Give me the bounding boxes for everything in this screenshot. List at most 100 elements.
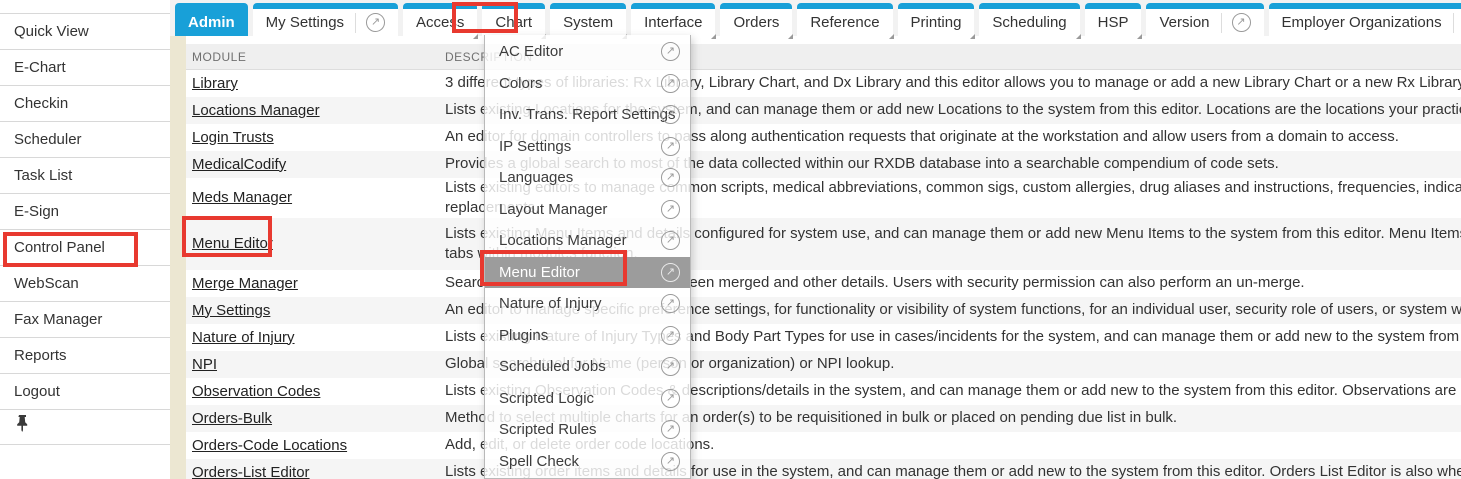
- sidebar-item-task-list[interactable]: Task List: [0, 157, 170, 193]
- dropdown-item-label: Plugins: [499, 327, 548, 344]
- dropdown-item-ac-editor[interactable]: AC Editor ↗: [485, 36, 690, 68]
- tab-chart[interactable]: Chart: [482, 3, 545, 36]
- table-row-nature-of-injury: Nature of InjuryLists existing Nature of…: [186, 324, 1461, 351]
- dropdown-item-label: Inv. Trans. Report Settings: [499, 106, 675, 123]
- external-link-icon[interactable]: ↗: [661, 42, 680, 61]
- dropdown-item-layout-manager[interactable]: Layout Manager ↗: [485, 194, 690, 226]
- tab-employer-organizations[interactable]: Employer Organizations↗: [1269, 3, 1461, 36]
- external-link-icon[interactable]: ↗: [661, 326, 680, 345]
- tab-label: Scheduling: [992, 14, 1066, 31]
- dropdown-item-colors[interactable]: Colors↗: [485, 68, 690, 100]
- external-link-icon[interactable]: ↗: [661, 105, 680, 124]
- module-cell: Menu Editor: [186, 235, 445, 253]
- tab-my-settings[interactable]: My Settings↗: [253, 3, 398, 36]
- external-link-icon[interactable]: ↗: [661, 200, 680, 219]
- tab-version[interactable]: Version ↗: [1146, 3, 1263, 36]
- sidebar-item-checkin[interactable]: Checkin: [0, 85, 170, 121]
- module-cell: Library: [186, 75, 445, 93]
- dropdown-item-menu-editor[interactable]: Menu Editor ↗: [485, 257, 690, 289]
- tab-separator: [1221, 13, 1222, 33]
- sidebar-item-webscan[interactable]: WebScan: [0, 265, 170, 301]
- submenu-fold-icon: [473, 34, 478, 39]
- tab-label: Employer Organizations: [1282, 14, 1442, 31]
- external-link-icon[interactable]: ↗: [661, 420, 680, 439]
- dropdown-item-label: Scripted Rules: [499, 421, 597, 438]
- tab-hsp[interactable]: HSP: [1085, 3, 1142, 36]
- dropdown-item-scripted-logic[interactable]: Scripted Logic↗: [485, 383, 690, 415]
- table-row-orders-bulk: Orders-BulkMethod to select multiple cha…: [186, 405, 1461, 432]
- dropdown-item-plugins[interactable]: Plugins ↗: [485, 320, 690, 352]
- module-cell: Locations Manager: [186, 102, 445, 120]
- dropdown-item-label: Locations Manager: [499, 232, 627, 249]
- module-link-login-trusts[interactable]: Login Trusts: [192, 129, 274, 146]
- tab-reference[interactable]: Reference: [797, 3, 892, 36]
- module-link-merge-manager[interactable]: Merge Manager: [192, 275, 298, 292]
- module-link-library[interactable]: Library: [192, 75, 238, 92]
- dropdown-item-languages[interactable]: Languages ↗: [485, 162, 690, 194]
- sidebar-item-fax-manager[interactable]: Fax Manager: [0, 301, 170, 337]
- module-cell: Nature of Injury: [186, 329, 445, 347]
- sidebar-pin-item[interactable]: [0, 409, 170, 445]
- external-link-icon[interactable]: ↗: [661, 452, 680, 471]
- submenu-fold-icon: [1137, 34, 1142, 39]
- dropdown-item-scheduled-jobs[interactable]: Scheduled Jobs↗: [485, 351, 690, 383]
- table-row-locations-manager: Locations ManagerLists existing Location…: [186, 97, 1461, 124]
- module-link-menu-editor[interactable]: Menu Editor: [192, 235, 273, 252]
- external-link-icon[interactable]: ↗: [1232, 13, 1251, 32]
- external-link-icon[interactable]: ↗: [661, 137, 680, 156]
- tab-label: Version: [1159, 14, 1209, 31]
- dropdown-item-nature-of-injury[interactable]: Nature of Injury↗: [485, 288, 690, 320]
- module-link-my-settings[interactable]: My Settings: [192, 302, 270, 319]
- external-link-icon[interactable]: ↗: [661, 168, 680, 187]
- dropdown-item-inv-trans-report-settings[interactable]: Inv. Trans. Report Settings↗: [485, 99, 690, 131]
- dropdown-item-spell-check[interactable]: Spell Check ↗: [485, 446, 690, 478]
- submenu-fold-icon: [1076, 34, 1081, 39]
- tab-access[interactable]: Access: [403, 3, 477, 36]
- dropdown-item-scripted-rules[interactable]: Scripted Rules ↗: [485, 414, 690, 446]
- tab-label: Printing: [911, 14, 962, 31]
- table-row-orders-code-locations: Orders-Code LocationsAdd, edit, or delet…: [186, 432, 1461, 459]
- external-link-icon[interactable]: ↗: [661, 231, 680, 250]
- tab-interface[interactable]: Interface: [631, 3, 715, 36]
- external-link-icon[interactable]: ↗: [366, 13, 385, 32]
- module-link-orders-bulk[interactable]: Orders-Bulk: [192, 410, 272, 427]
- sidebar-item-e-sign[interactable]: E-Sign: [0, 193, 170, 229]
- sidebar-item-reports[interactable]: Reports: [0, 337, 170, 373]
- external-link-icon[interactable]: ↗: [661, 389, 680, 408]
- tab-admin[interactable]: Admin: [175, 3, 248, 36]
- module-link-observation-codes[interactable]: Observation Codes: [192, 383, 320, 400]
- sidebar-item-logout[interactable]: Logout: [0, 373, 170, 409]
- dropdown-item-locations-manager[interactable]: Locations Manager ↗: [485, 225, 690, 257]
- tab-printing[interactable]: Printing: [898, 3, 975, 36]
- tab-system[interactable]: System: [550, 3, 626, 36]
- tab-orders[interactable]: Orders: [720, 3, 792, 36]
- dropdown-item-label: Menu Editor: [499, 264, 580, 281]
- external-link-icon[interactable]: ↗: [661, 294, 680, 313]
- sidebar-item-control-panel[interactable]: Control Panel: [0, 229, 170, 265]
- module-link-orders-code-locations[interactable]: Orders-Code Locations: [192, 437, 347, 454]
- tab-scheduling[interactable]: Scheduling: [979, 3, 1079, 36]
- sidebar-item-quick-view[interactable]: Quick View: [0, 13, 170, 49]
- external-link-icon[interactable]: ↗: [661, 357, 680, 376]
- module-link-orders-list-editor[interactable]: Orders-List Editor: [192, 464, 310, 479]
- external-link-icon[interactable]: ↗: [661, 74, 680, 93]
- sidebar-item-scheduler[interactable]: Scheduler: [0, 121, 170, 157]
- module-link-nature-of-injury[interactable]: Nature of Injury: [192, 329, 295, 346]
- table-header-row: MODULE DESCRIPTION: [186, 44, 1461, 70]
- dropdown-item-ip-settings[interactable]: IP Settings ↗: [485, 131, 690, 163]
- module-cell: Orders-Bulk: [186, 410, 445, 428]
- dropdown-item-label: IP Settings: [499, 138, 571, 155]
- module-link-npi[interactable]: NPI: [192, 356, 217, 373]
- external-link-icon[interactable]: ↗: [661, 263, 680, 282]
- sidebar-item-e-chart[interactable]: E-Chart: [0, 49, 170, 85]
- table-row-menu-editor: Menu EditorLists existing Menu Items and…: [186, 218, 1461, 270]
- table-row-orders-list-editor: Orders-List EditorLists existing order i…: [186, 459, 1461, 479]
- dropdown-item-label: AC Editor: [499, 43, 563, 60]
- dropdown-item-label: Languages: [499, 169, 573, 186]
- module-link-locations-manager[interactable]: Locations Manager: [192, 102, 320, 119]
- dropdown-item-label: Layout Manager: [499, 201, 607, 218]
- module-link-medicalcodify[interactable]: MedicalCodify: [192, 156, 286, 173]
- tab-label: Interface: [644, 14, 702, 31]
- dropdown-item-label: Spell Check: [499, 453, 579, 470]
- module-link-meds-manager[interactable]: Meds Manager: [192, 189, 292, 206]
